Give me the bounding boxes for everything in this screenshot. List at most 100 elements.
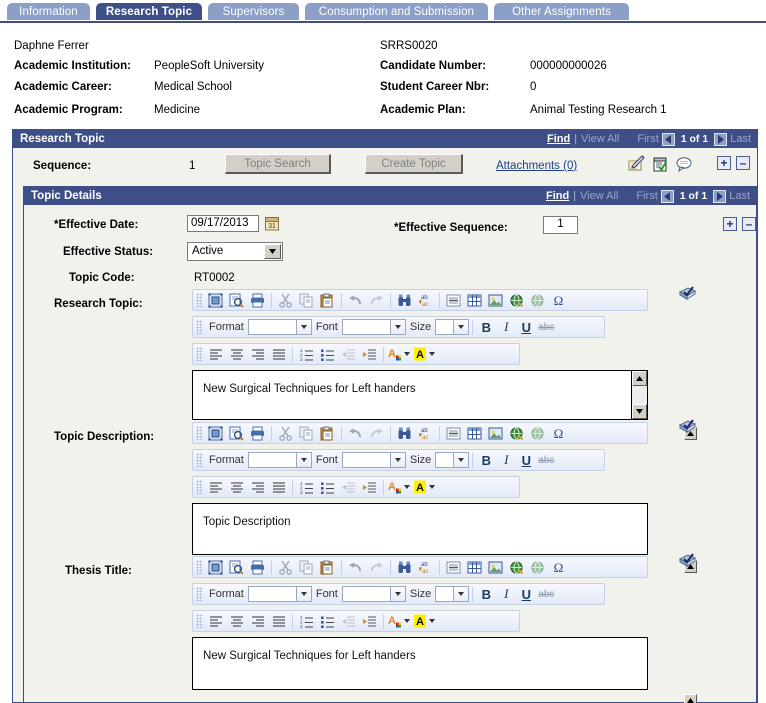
font-select[interactable] <box>341 586 406 602</box>
bullet-list-icon[interactable] <box>317 612 338 631</box>
effective-date-input[interactable]: 09/17/2013 <box>187 215 259 232</box>
create-topic-button[interactable]: Create Topic <box>365 154 463 174</box>
strikethrough-button[interactable]: abc <box>536 455 556 466</box>
format-select[interactable] <box>247 452 312 468</box>
page-scroll-up-button[interactable] <box>684 694 697 703</box>
first-link[interactable]: First <box>636 190 657 202</box>
delete-row-button[interactable]: – <box>742 217 756 231</box>
left-arrow-icon[interactable] <box>661 132 675 146</box>
text-color-icon[interactable]: A <box>387 345 413 364</box>
insert-table-icon[interactable] <box>464 424 485 443</box>
scroll-down-button[interactable] <box>632 404 647 419</box>
first-link[interactable]: First <box>637 133 658 145</box>
chevron-down-icon[interactable] <box>453 320 469 334</box>
indent-icon[interactable] <box>359 345 380 364</box>
align-right-icon[interactable] <box>247 612 268 631</box>
align-left-icon[interactable] <box>205 478 226 497</box>
cut-icon[interactable] <box>275 558 296 577</box>
find-binoculars-icon[interactable] <box>394 424 415 443</box>
redo-icon[interactable] <box>366 291 387 310</box>
replace-icon[interactable]: ab ac <box>415 291 436 310</box>
print-icon[interactable] <box>247 291 268 310</box>
chevron-down-icon[interactable] <box>264 244 281 259</box>
toolbar-grip[interactable] <box>196 347 203 361</box>
outdent-icon[interactable] <box>338 478 359 497</box>
spell-check-icon[interactable] <box>678 552 697 570</box>
text-color-icon[interactable]: A <box>387 478 413 497</box>
vertical-scrollbar[interactable] <box>631 371 647 419</box>
tab-other-assignments[interactable]: Other Assignments <box>493 2 630 21</box>
format-select[interactable] <box>247 319 312 335</box>
underline-button[interactable]: U <box>516 587 536 602</box>
strikethrough-button[interactable]: abc <box>536 322 556 333</box>
chevron-down-icon[interactable] <box>389 453 405 467</box>
insert-link-icon[interactable] <box>506 424 527 443</box>
align-justify-icon[interactable] <box>268 345 289 364</box>
redo-icon[interactable] <box>366 424 387 443</box>
italic-button[interactable]: I <box>496 452 516 468</box>
horizontal-rule-icon[interactable] <box>443 291 464 310</box>
numbered-list-icon[interactable]: 123 <box>296 345 317 364</box>
italic-button[interactable]: I <box>496 586 516 602</box>
comment-bubble-icon[interactable] <box>675 155 693 176</box>
font-select[interactable] <box>341 452 406 468</box>
attachments-link[interactable]: Attachments (0) <box>496 160 577 172</box>
last-link[interactable]: Last <box>730 133 751 145</box>
print-icon[interactable] <box>247 424 268 443</box>
redo-icon[interactable] <box>366 558 387 577</box>
insert-image-icon[interactable] <box>485 558 506 577</box>
align-justify-icon[interactable] <box>268 478 289 497</box>
remove-link-icon[interactable] <box>527 558 548 577</box>
align-center-icon[interactable] <box>226 345 247 364</box>
checklist-icon[interactable] <box>651 155 669 176</box>
delete-row-button[interactable]: – <box>736 156 750 170</box>
chevron-down-icon[interactable] <box>389 320 405 334</box>
calendar-icon[interactable]: 31 <box>265 216 279 234</box>
align-left-icon[interactable] <box>205 612 226 631</box>
paste-icon[interactable] <box>317 558 338 577</box>
topic-description-textarea[interactable]: Topic Description <box>192 503 648 555</box>
bold-button[interactable]: B <box>476 587 496 602</box>
insert-image-icon[interactable] <box>485 424 506 443</box>
background-color-icon[interactable]: A <box>413 612 439 631</box>
font-select[interactable] <box>341 319 406 335</box>
undo-icon[interactable] <box>345 424 366 443</box>
chevron-down-icon[interactable] <box>295 453 311 467</box>
print-icon[interactable] <box>247 558 268 577</box>
underline-button[interactable]: U <box>516 320 536 335</box>
add-row-button[interactable]: + <box>723 217 737 231</box>
topic-search-button[interactable]: Topic Search <box>225 154 331 174</box>
numbered-list-icon[interactable]: 123 <box>296 612 317 631</box>
scroll-up-button[interactable] <box>632 371 647 386</box>
bullet-list-icon[interactable] <box>317 345 338 364</box>
strikethrough-button[interactable]: abc <box>536 589 556 600</box>
remove-link-icon[interactable] <box>527 291 548 310</box>
chevron-down-icon[interactable] <box>295 587 311 601</box>
last-link[interactable]: Last <box>729 190 750 202</box>
size-select[interactable] <box>435 319 470 335</box>
tab-information[interactable]: Information <box>6 2 91 21</box>
insert-table-icon[interactable] <box>464 291 485 310</box>
align-right-icon[interactable] <box>247 345 268 364</box>
size-select[interactable] <box>435 452 470 468</box>
align-left-icon[interactable] <box>205 345 226 364</box>
special-character-icon[interactable]: Ω <box>548 558 569 577</box>
paste-icon[interactable] <box>317 291 338 310</box>
underline-button[interactable]: U <box>516 453 536 468</box>
find-link[interactable]: Find <box>546 190 569 202</box>
background-color-icon[interactable]: A <box>413 345 439 364</box>
effective-sequence-input[interactable]: 1 <box>543 216 578 234</box>
tab-consumption-submission[interactable]: Consumption and Submission <box>304 2 489 21</box>
tab-supervisors[interactable]: Supervisors <box>207 2 300 21</box>
toolbar-grip[interactable] <box>196 426 203 440</box>
copy-icon[interactable] <box>296 558 317 577</box>
insert-table-icon[interactable] <box>464 558 485 577</box>
align-right-icon[interactable] <box>247 478 268 497</box>
numbered-list-icon[interactable]: 123 <box>296 478 317 497</box>
preview-icon[interactable] <box>226 424 247 443</box>
chevron-down-icon[interactable] <box>453 587 469 601</box>
scrollbar-track[interactable] <box>632 386 647 404</box>
find-link[interactable]: Find <box>547 133 570 145</box>
effective-status-select[interactable]: Active <box>187 242 283 261</box>
right-arrow-icon[interactable] <box>713 189 727 203</box>
